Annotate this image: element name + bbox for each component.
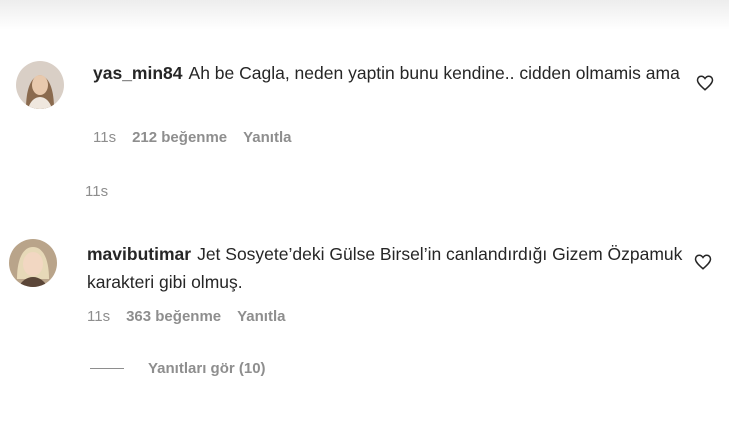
- reply-button[interactable]: Yanıtla: [243, 129, 291, 146]
- comment-1: yas_min84 Ah be Cagla, neden yaptin bunu …: [93, 59, 693, 87]
- timestamp: 11s: [85, 183, 109, 200]
- likes-count[interactable]: 212 beğenme: [132, 129, 227, 146]
- comment-2-meta: 11s 363 beğenme Yanıtla: [87, 308, 285, 325]
- heart-outline-icon[interactable]: [694, 253, 712, 271]
- comment-username[interactable]: mavibutimar: [87, 244, 191, 264]
- avatar[interactable]: [9, 239, 57, 287]
- comment-1-meta: 11s 212 beğenme Yanıtla: [93, 129, 291, 146]
- avatar-photo-1: [16, 61, 64, 109]
- comment-time: 11s: [93, 129, 117, 146]
- heart-outline-icon[interactable]: [696, 74, 714, 92]
- likes-count[interactable]: 363 beğenme: [126, 308, 221, 325]
- comment-body: Ah be Cagla, neden yaptin bunu kendine..…: [188, 63, 680, 83]
- comment-2: mavibutimar Jet Sosyete’deki Gülse Birsel…: [87, 240, 687, 296]
- top-fade-divider: [0, 0, 729, 30]
- reply-button[interactable]: Yanıtla: [237, 308, 285, 325]
- avatar-photo-2: [9, 239, 57, 287]
- replies-divider-line: [90, 368, 124, 369]
- view-replies-label: Yanıtları gör (10): [148, 360, 266, 377]
- comment-time: 11s: [87, 308, 111, 325]
- view-replies-button[interactable]: Yanıtları gör (10): [90, 360, 266, 377]
- avatar[interactable]: [16, 61, 64, 109]
- comment-username[interactable]: yas_min84: [93, 63, 183, 83]
